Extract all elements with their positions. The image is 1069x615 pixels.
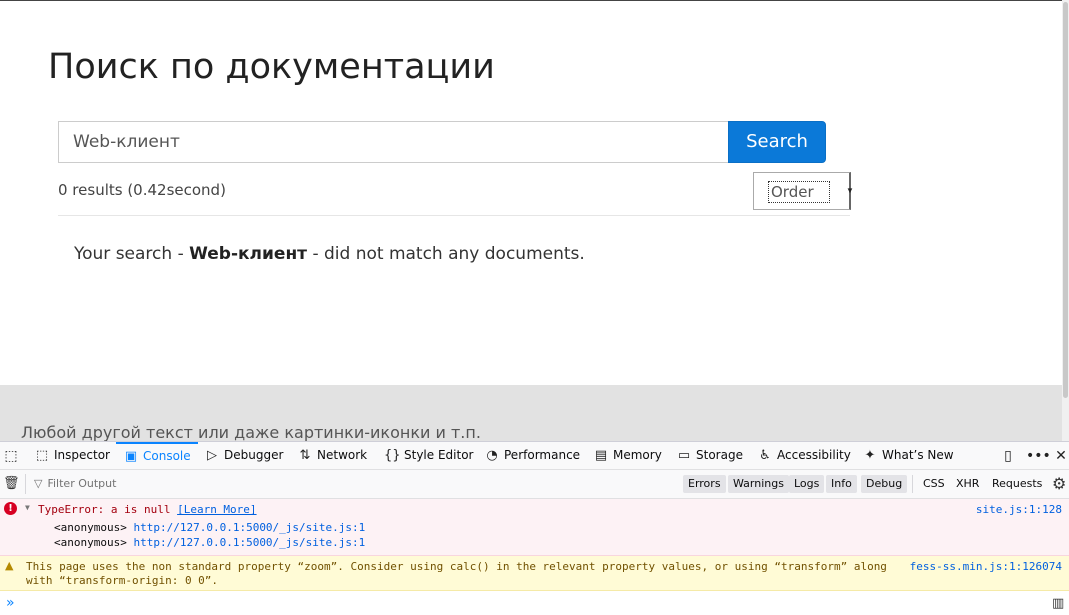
filter-xhr-button[interactable]: XHR <box>951 475 984 493</box>
storage-icon: ▭ <box>677 448 691 463</box>
tab-accessibility[interactable]: ♿ Accessibility <box>757 442 851 470</box>
filter-requests-button[interactable]: Requests <box>987 475 1047 493</box>
filter-icon: ▽ <box>34 477 43 490</box>
console-filterbar: 🗑 ▽ Filter Output Errors Warnings Logs In… <box>0 470 1069 499</box>
more-options-icon[interactable]: ••• <box>1026 446 1051 466</box>
tab-inspector[interactable]: ⬚ Inspector <box>34 442 110 470</box>
sidebar-toggle-icon[interactable]: ▥ <box>1052 596 1064 611</box>
tab-memory[interactable]: ▤ Memory <box>593 442 662 470</box>
tab-network[interactable]: ⇅ Network <box>297 442 368 470</box>
network-icon: ⇅ <box>299 448 311 463</box>
filter-logs-button[interactable]: Logs <box>789 475 825 493</box>
filter-warnings-button[interactable]: Warnings <box>728 475 789 493</box>
page-title: Поиск по документации <box>48 47 495 87</box>
memory-icon: ▤ <box>594 448 608 463</box>
warning-text: This page uses the non standard property… <box>26 560 887 587</box>
no-match-message: Your search - Web-клиент - did not match… <box>74 244 585 264</box>
whats-new-icon: ✦ <box>864 448 876 463</box>
filter-info-button[interactable]: Info <box>826 475 857 493</box>
console-warning-message: ▲ This page uses the non standard proper… <box>0 556 1069 591</box>
order-select-label: Order <box>768 181 830 203</box>
console-settings-gear-icon[interactable]: ⚙ <box>1052 474 1066 494</box>
console-prompt-icon: » <box>6 595 15 611</box>
clear-console-icon[interactable]: 🗑 <box>3 475 20 493</box>
tab-whats-new[interactable]: ✦ What’s New <box>862 442 954 470</box>
page-footer: Любой другой текст или даже картинки-ико… <box>0 385 1062 441</box>
error-text: TypeError: a is null [Learn More] <box>38 503 257 516</box>
devtools-panel: ⬚ ⬚ Inspector ▣ Console ▷ Debugger ⇅ Network… <box>0 441 1069 615</box>
error-icon: ! <box>4 502 17 515</box>
web-page: Поиск по документации Web-клиент Search … <box>0 0 1062 441</box>
learn-more-link[interactable]: [Learn More] <box>177 503 256 516</box>
warning-icon: ▲ <box>5 559 14 572</box>
scrollbar-thumb[interactable] <box>1063 2 1068 398</box>
stack-frame-link[interactable]: http://127.0.0.1:5000/_js/site.js:1 <box>133 521 365 534</box>
close-devtools-icon[interactable]: ✕ <box>1052 446 1069 466</box>
performance-icon: ◔ <box>486 448 498 463</box>
console-error-message: ! ▼ TypeError: a is null [Learn More] si… <box>0 499 1069 556</box>
page-scrollbar[interactable] <box>1062 0 1069 441</box>
error-location-link[interactable]: site.js:1:128 <box>976 503 1062 516</box>
console-icon: ▣ <box>124 449 138 464</box>
search-button[interactable]: Search <box>728 121 826 163</box>
stack-frame: <anonymous> http://127.0.0.1:5000/_js/si… <box>54 521 366 534</box>
filterbar-separator <box>912 475 913 493</box>
expand-twisty-icon[interactable]: ▼ <box>25 503 30 512</box>
tab-storage[interactable]: ▭ Storage <box>676 442 743 470</box>
filter-errors-button[interactable]: Errors <box>683 475 726 493</box>
element-picker-icon[interactable]: ⬚ <box>2 447 20 465</box>
order-select[interactable]: Order ▼ <box>753 172 854 210</box>
tab-style-editor[interactable]: {} Style Editor <box>384 442 473 470</box>
filter-output-input[interactable]: ▽ Filter Output <box>34 474 634 494</box>
no-match-query: Web-клиент <box>189 244 308 264</box>
stack-frame-link[interactable]: http://127.0.0.1:5000/_js/site.js:1 <box>133 536 365 549</box>
stack-frame: <anonymous> http://127.0.0.1:5000/_js/si… <box>54 536 366 549</box>
debugger-icon: ▷ <box>207 448 217 463</box>
devtools-tabbar: ⬚ ⬚ Inspector ▣ Console ▷ Debugger ⇅ Network… <box>0 442 1069 470</box>
filterbar-separator <box>25 474 26 494</box>
tab-performance[interactable]: ◔ Performance <box>484 442 580 470</box>
search-input[interactable]: Web-клиент <box>58 121 728 163</box>
inspector-icon: ⬚ <box>35 448 49 463</box>
result-count: 0 results (0.42second) <box>58 181 226 199</box>
filter-css-button[interactable]: CSS <box>918 475 950 493</box>
footer-text: Любой другой текст или даже картинки-ико… <box>21 423 481 441</box>
accessibility-icon: ♿ <box>759 448 771 463</box>
tab-debugger[interactable]: ▷ Debugger <box>204 442 283 470</box>
style-editor-icon: {} <box>384 448 401 463</box>
results-divider <box>58 215 850 216</box>
console-input[interactable]: » ▥ <box>0 592 1069 615</box>
filter-debug-button[interactable]: Debug <box>861 475 908 493</box>
responsive-design-icon[interactable]: ▯ <box>999 446 1017 466</box>
warning-location-link[interactable]: fess-ss.min.js:1:126074 <box>910 560 1062 573</box>
tab-console[interactable]: ▣ Console <box>116 442 198 470</box>
caret-down-icon: ▼ <box>846 186 854 195</box>
